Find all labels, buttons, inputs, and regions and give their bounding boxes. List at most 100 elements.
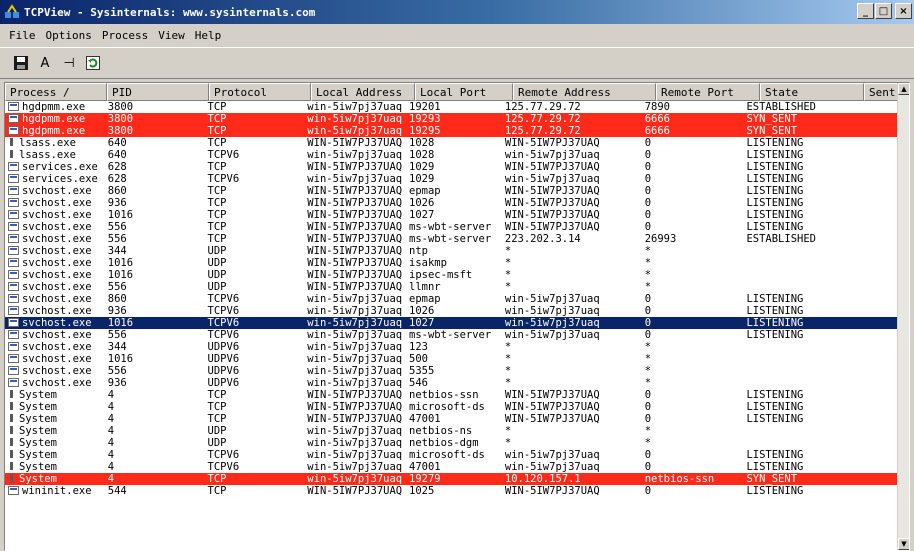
cell-process: svchost.exe: [5, 197, 105, 209]
cell-pid: 860: [107, 185, 127, 197]
col-process[interactable]: Process /: [5, 83, 107, 101]
table-row[interactable]: hgdpmm.exe 3800 TCP win-5iw7pj37uaq 19201 125…: [5, 101, 898, 113]
cell-local-address: win-5iw7pj37uaq: [307, 341, 403, 353]
cell-protocol: TCP: [207, 389, 227, 401]
cell-local-address: win-5iw7pj37uaq: [307, 101, 403, 113]
menu-process[interactable]: Process: [97, 27, 153, 44]
table-row[interactable]: svchost.exe 556 UDPV6 win-5iw7pj37uaq 5355 * *: [5, 365, 898, 377]
table-row[interactable]: System 4 TCPV6 win-5iw7pj37uaq 47001 win-5iw7…: [5, 461, 898, 473]
cell-remote-address: win-5iw7pj37uaq: [504, 149, 600, 161]
cell-remote-address: *: [504, 269, 512, 281]
cell-protocol: TCP: [207, 161, 227, 173]
refresh-icon[interactable]: [82, 52, 104, 74]
cell-process: svchost.exe: [5, 341, 105, 353]
connection-list[interactable]: Process / PID Protocol Local Address Loc…: [4, 82, 910, 551]
table-row[interactable]: svchost.exe 556 TCP WIN-5IW7PJ37UAQ ms-wbt-s…: [5, 221, 898, 233]
table-row[interactable]: svchost.exe 556 UDP WIN-5IW7PJ37UAQ llmnr * *: [5, 281, 898, 293]
table-row[interactable]: svchost.exe 1016 TCPV6 win-5iw7pj37uaq 1027 w…: [5, 317, 898, 329]
col-state[interactable]: State: [760, 83, 864, 101]
cell-process: svchost.exe: [5, 317, 105, 329]
col-pid[interactable]: PID: [107, 83, 209, 101]
process-name: System: [19, 401, 57, 413]
cell-local-port: 1027: [409, 209, 435, 221]
cell-process: svchost.exe: [5, 233, 105, 245]
menu-help[interactable]: Help: [190, 27, 227, 44]
scroll-down-arrow-icon[interactable]: ▼: [898, 538, 909, 550]
table-row[interactable]: hgdpmm.exe 3800 TCP win-5iw7pj37uaq 19295 125…: [5, 125, 898, 137]
cell-process: svchost.exe: [5, 185, 105, 197]
cell-state: LISTENING: [746, 173, 804, 185]
table-row[interactable]: System 4 TCP WIN-5IW7PJ37UAQ 47001 WIN-5IW7PJ…: [5, 413, 898, 425]
title-bar[interactable]: TCPView - Sysinternals: www.sysinternals…: [0, 0, 914, 24]
cell-process: services.exe: [5, 161, 105, 173]
menu-options[interactable]: Options: [41, 27, 97, 44]
service-icon: [8, 450, 16, 459]
col-local-address[interactable]: Local Address: [311, 83, 415, 101]
process-name: svchost.exe: [22, 245, 92, 257]
cell-protocol: TCPV6: [207, 149, 240, 161]
maximize-button[interactable]: □: [875, 3, 892, 19]
vertical-scrollbar[interactable]: ▲ ▼: [897, 83, 909, 550]
col-remote-address[interactable]: Remote Address: [513, 83, 656, 101]
cell-pid: 4: [107, 413, 115, 425]
table-row[interactable]: svchost.exe 1016 UDPV6 win-5iw7pj37uaq 500 * *: [5, 353, 898, 365]
table-row[interactable]: wininit.exe 544 TCP WIN-5IW7PJ37UAQ 1025 WIN-…: [5, 485, 898, 497]
cell-process: svchost.exe: [5, 353, 105, 365]
save-icon[interactable]: [10, 52, 32, 74]
table-row[interactable]: svchost.exe 1016 TCP WIN-5IW7PJ37UAQ 1027 WIN…: [5, 209, 898, 221]
cell-sent-packets: [845, 305, 898, 317]
cell-process: svchost.exe: [5, 305, 105, 317]
cell-pid: 556: [107, 365, 127, 377]
table-row[interactable]: lsass.exe 640 TCPV6 win-5iw7pj37uaq 1028 win-…: [5, 149, 898, 161]
cell-remote-port: *: [644, 341, 652, 353]
table-row[interactable]: svchost.exe 556 TCP WIN-5IW7PJ37UAQ ms-wbt-s…: [5, 233, 898, 245]
process-name: svchost.exe: [22, 317, 92, 329]
menu-file[interactable]: File: [4, 27, 41, 44]
connect-button[interactable]: ⊣: [58, 52, 80, 74]
process-name: wininit.exe: [22, 485, 92, 497]
table-row[interactable]: svchost.exe 860 TCPV6 win-5iw7pj37uaq epmap w…: [5, 293, 898, 305]
cell-pid: 936: [107, 305, 127, 317]
cell-sent-packets: [845, 137, 898, 149]
table-row[interactable]: svchost.exe 936 TCPV6 win-5iw7pj37uaq 1026 wi…: [5, 305, 898, 317]
cell-remote-address: win-5iw7pj37uaq: [504, 173, 600, 185]
cell-state: [743, 245, 845, 257]
table-row[interactable]: svchost.exe 344 UDP WIN-5IW7PJ37UAQ ntp * *: [5, 245, 898, 257]
cell-protocol: TCPV6: [207, 317, 240, 329]
cell-protocol: UDPV6: [207, 341, 240, 353]
table-row[interactable]: lsass.exe 640 TCP WIN-5IW7PJ37UAQ 1028 WIN-5I…: [5, 137, 898, 149]
table-row[interactable]: System 4 UDP win-5iw7pj37uaq netbios-dgm * *: [5, 437, 898, 449]
scroll-up-arrow-icon[interactable]: ▲: [898, 83, 909, 95]
close-button[interactable]: ×: [895, 3, 912, 19]
table-row[interactable]: svchost.exe 936 TCP WIN-5IW7PJ37UAQ 1026 WIN-…: [5, 197, 898, 209]
table-row[interactable]: svchost.exe 1016 UDP WIN-5IW7PJ37UAQ ipsec-m…: [5, 269, 898, 281]
cell-pid: 640: [107, 137, 127, 149]
process-icon: [8, 342, 19, 351]
process-icon: [8, 210, 19, 219]
font-button[interactable]: A: [34, 52, 56, 74]
service-icon: [8, 462, 16, 471]
process-name: svchost.exe: [22, 377, 92, 389]
table-row[interactable]: services.exe 628 TCPV6 win-5iw7pj37uaq 1029 w…: [5, 173, 898, 185]
table-row[interactable]: svchost.exe 556 TCPV6 win-5iw7pj37uaq ms-wbt…: [5, 329, 898, 341]
table-row[interactable]: System 4 TCPV6 win-5iw7pj37uaq microsoft-ds w…: [5, 449, 898, 461]
cell-state: LISTENING: [746, 137, 804, 149]
table-row[interactable]: System 4 UDP win-5iw7pj37uaq netbios-ns * *: [5, 425, 898, 437]
cell-state: LISTENING: [746, 209, 804, 221]
col-remote-port[interactable]: Remote Port: [656, 83, 760, 101]
table-row[interactable]: System 4 TCP WIN-5IW7PJ37UAQ netbios-ssn WIN-…: [5, 389, 898, 401]
menu-view[interactable]: View: [153, 27, 190, 44]
table-row[interactable]: svchost.exe 860 TCP WIN-5IW7PJ37UAQ epmap WIN…: [5, 185, 898, 197]
table-row[interactable]: hgdpmm.exe 3800 TCP win-5iw7pj37uaq 19293 125…: [5, 113, 898, 125]
table-row[interactable]: services.exe 628 TCP WIN-5IW7PJ37UAQ 1029 WIN…: [5, 161, 898, 173]
table-row[interactable]: svchost.exe 344 UDPV6 win-5iw7pj37uaq 123 * *: [5, 341, 898, 353]
col-protocol[interactable]: Protocol: [209, 83, 311, 101]
minimize-button[interactable]: _: [857, 3, 874, 19]
col-local-port[interactable]: Local Port: [415, 83, 513, 101]
table-row[interactable]: svchost.exe 1016 UDP WIN-5IW7PJ37UAQ isakmp *…: [5, 257, 898, 269]
cell-remote-port: 0: [644, 329, 652, 341]
cell-local-port: 1027: [409, 317, 435, 329]
table-row[interactable]: System 4 TCP WIN-5IW7PJ37UAQ microsoft-ds WIN…: [5, 401, 898, 413]
table-row[interactable]: System 4 TCP win-5iw7pj37uaq 19279 10.120.157…: [5, 473, 898, 485]
table-row[interactable]: svchost.exe 936 UDPV6 win-5iw7pj37uaq 546 * *: [5, 377, 898, 389]
